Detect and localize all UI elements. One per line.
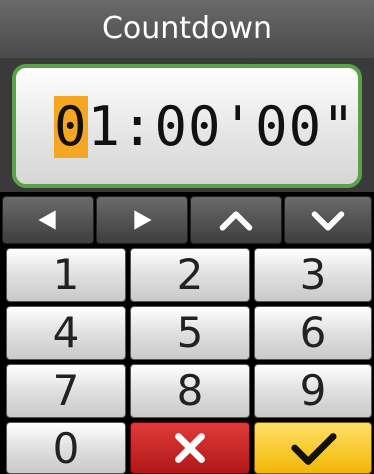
key-1-label: 1 [52,250,80,299]
key-0-label: 0 [52,424,80,473]
key-4-label: 4 [52,308,80,357]
up-button[interactable] [190,196,282,244]
key-1[interactable]: 1 [6,248,126,302]
key-8[interactable]: 8 [130,364,250,418]
cursor-digit[interactable]: 0 [54,96,88,158]
up-chevron-icon [219,211,253,231]
time-rest: 1:00'00" [87,95,356,158]
key-9[interactable]: 9 [254,364,372,418]
key-4[interactable]: 4 [6,306,126,360]
key-5[interactable]: 5 [130,306,250,360]
left-button[interactable] [2,196,94,244]
key-0[interactable]: 0 [6,422,126,474]
key-6[interactable]: 6 [254,306,372,360]
right-arrow-icon [134,210,152,230]
down-button[interactable] [284,196,372,244]
time-value: 01:00'00" [54,96,356,158]
key-7-label: 7 [52,366,80,415]
title-bar: Countdown [0,0,374,60]
key-7[interactable]: 7 [6,364,126,418]
cancel-button[interactable] [130,422,250,474]
down-chevron-icon [311,211,345,231]
key-6-label: 6 [299,308,327,357]
checkmark-icon [291,433,337,465]
key-2[interactable]: 2 [130,248,250,302]
right-button[interactable] [96,196,188,244]
left-arrow-icon [38,210,56,230]
key-9-label: 9 [299,366,327,415]
time-display: 01:00'00" [12,64,362,188]
page-title: Countdown [101,11,273,46]
close-icon [175,433,205,463]
key-3[interactable]: 3 [254,248,372,302]
key-3-label: 3 [299,250,327,299]
key-8-label: 8 [176,366,204,415]
key-5-label: 5 [176,308,204,357]
key-2-label: 2 [176,250,204,299]
ok-button[interactable] [254,422,372,474]
